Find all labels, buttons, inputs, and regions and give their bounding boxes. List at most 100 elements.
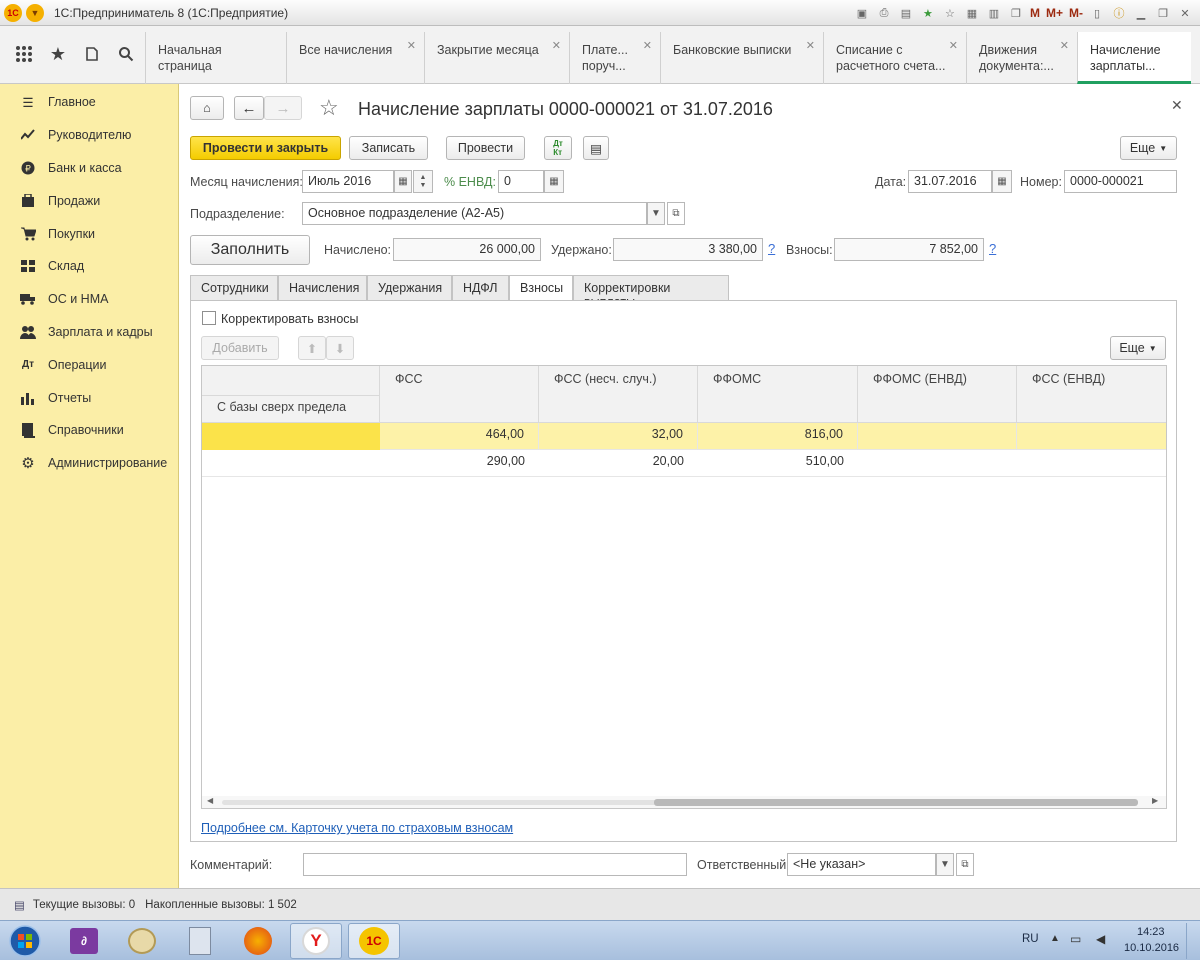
tab-document-movements[interactable]: Движения документа:... ✕ [966, 32, 1077, 84]
memory-mminus-icon[interactable]: M- [1069, 6, 1083, 20]
contributions-card-link[interactable]: Подробнее см. Карточку учета по страховы… [201, 821, 513, 835]
number-field[interactable]: 0000-000021 [1064, 170, 1177, 193]
cell-ffoms-envd[interactable] [858, 423, 1017, 450]
home-button[interactable]: ⌂ [190, 96, 224, 120]
restore-icon[interactable]: ❐ [1154, 4, 1172, 22]
responsible-dropdown-icon[interactable]: ▼ [936, 853, 954, 876]
sidebar-item-reports[interactable]: Отчеты [0, 381, 178, 414]
close-icon[interactable]: ✕ [407, 38, 416, 54]
help-icon[interactable]: ⓘ [1110, 4, 1128, 22]
column-header-fss-accident[interactable]: ФСС (несч. случ.) [539, 366, 698, 423]
envd-field[interactable]: 0 [498, 170, 544, 193]
left-header[interactable]: С базы сверх предела [202, 396, 380, 423]
sidebar-item-purchases[interactable]: Покупки [0, 217, 178, 250]
clock-date[interactable]: 10.10.2016 [1124, 942, 1179, 954]
date-field[interactable]: 31.07.2016 [908, 170, 992, 193]
tab-contributions[interactable]: Взносы [509, 275, 573, 301]
yandex-browser-icon[interactable]: Y [290, 923, 342, 959]
table-more-button[interactable]: Еще ▼ [1110, 336, 1166, 360]
close-icon[interactable]: ✕ [552, 38, 561, 54]
network-icon[interactable]: ▭ [1070, 932, 1081, 946]
close-icon[interactable]: ✕ [806, 38, 815, 54]
sidebar-item-admin[interactable]: ⚙ Администрирование [0, 447, 178, 480]
cell-ffoms-envd[interactable] [858, 450, 1017, 477]
cell-fss[interactable]: 290,00 [380, 450, 539, 477]
tab-accruals[interactable]: Начисления [278, 275, 367, 300]
cell-ffoms[interactable]: 510,00 [698, 450, 858, 477]
preview-icon[interactable]: ▤ [897, 4, 915, 22]
sidebar-item-warehouse[interactable]: Склад [0, 250, 178, 283]
dt-kt-movements-button[interactable]: Дт Кт [544, 136, 572, 160]
favorites-star-icon[interactable]: ★ [42, 38, 74, 70]
app-logo-icon[interactable]: 1С [4, 3, 22, 22]
cell-fss-envd[interactable] [1017, 423, 1166, 450]
scroll-thumb[interactable] [654, 799, 1138, 806]
calls-icon[interactable]: ▤ [14, 898, 25, 912]
cell-fss-envd[interactable] [1017, 450, 1166, 477]
save-button[interactable]: Записать [349, 136, 428, 160]
forward-button[interactable]: → [264, 96, 302, 120]
favorites-add-icon[interactable]: ★ [919, 4, 937, 22]
tab-month-close[interactable]: Закрытие месяца ✕ [424, 32, 569, 84]
tab-ndfl[interactable]: НДФЛ [452, 275, 509, 300]
add-row-button[interactable]: Добавить [201, 336, 279, 360]
column-header-fss[interactable]: ФСС [380, 366, 539, 423]
month-calendar-icon[interactable]: ▦ [394, 170, 412, 193]
calculator-icon[interactable]: ▦ [963, 4, 981, 22]
clock-time[interactable]: 14:23 [1137, 926, 1165, 938]
sidebar-item-catalogs[interactable]: Справочники [0, 414, 178, 447]
sidebar-item-payroll[interactable]: Зарплата и кадры [0, 316, 178, 349]
scroll-left-icon[interactable]: ◀ [207, 796, 213, 805]
app-menu-icon[interactable]: ▼ [26, 3, 44, 22]
column-header-fss-envd[interactable]: ФСС (ЕНВД) [1017, 366, 1166, 423]
sidebar-item-main[interactable]: ☰ Главное [0, 86, 178, 119]
cell-fss-accident[interactable]: 32,00 [539, 423, 698, 450]
calendar-icon[interactable]: ▥ [985, 4, 1003, 22]
post-button[interactable]: Провести [446, 136, 525, 160]
close-form-icon[interactable]: ✕ [1171, 97, 1183, 114]
favorites-icon[interactable]: ☆ [941, 4, 959, 22]
tray-expand-icon[interactable]: ▲ [1050, 933, 1060, 944]
show-desktop-button[interactable] [1186, 923, 1198, 959]
layout-icon[interactable]: ▯ [1088, 4, 1106, 22]
tab-home[interactable]: Начальная страница [145, 32, 286, 84]
close-icon[interactable]: ✕ [643, 38, 652, 54]
cell-fss[interactable]: 464,00 [380, 423, 539, 450]
print-icon[interactable]: ⎙ [875, 4, 893, 22]
onec-app-icon[interactable]: 1С [348, 923, 400, 959]
tab-all-accruals[interactable]: Все начисления ✕ [286, 32, 424, 84]
fill-button[interactable]: Заполнить [190, 235, 310, 265]
print-document-button[interactable]: ▤ [583, 136, 609, 160]
close-icon[interactable]: ✕ [949, 38, 958, 54]
department-field[interactable]: Основное подразделение (А2-А5) [302, 202, 647, 225]
tab-bank-statements[interactable]: Банковские выписки ✕ [660, 32, 823, 84]
sidebar-item-operations[interactable]: Дт Операции [0, 348, 178, 381]
open-department-icon[interactable]: ⧉ [667, 202, 685, 225]
search-icon[interactable] [110, 38, 142, 70]
tab-account-writeoff[interactable]: Списание с расчетного счета... ✕ [823, 32, 966, 84]
date-calendar-icon[interactable]: ▦ [992, 170, 1012, 193]
minimize-icon[interactable]: ▁ [1132, 4, 1150, 22]
back-button[interactable]: ← [234, 96, 264, 120]
sidebar-item-fixed-assets[interactable]: ОС и НМА [0, 283, 178, 316]
more-actions-button[interactable]: Еще ▼ [1120, 136, 1177, 160]
move-up-button[interactable]: ⬆ [298, 336, 326, 360]
cell-ffoms[interactable]: 816,00 [698, 423, 858, 450]
correct-contributions-checkbox[interactable] [202, 311, 216, 325]
close-icon[interactable]: ✕ [1060, 38, 1069, 54]
close-window-icon[interactable]: ✕ [1176, 4, 1194, 22]
row-selected-cell[interactable] [202, 423, 380, 450]
tab-payment-corrections[interactable]: Корректировки выплаты [573, 275, 729, 309]
month-stepper[interactable]: ▲ ▼ [413, 170, 433, 193]
comment-field[interactable] [303, 853, 687, 876]
month-field[interactable]: Июль 2016 [302, 170, 394, 193]
cell-fss-accident[interactable]: 20,00 [539, 450, 698, 477]
responsible-field[interactable]: <Не указан> [787, 853, 936, 876]
move-down-button[interactable]: ⬇ [326, 336, 354, 360]
post-and-close-button[interactable]: Провести и закрыть [190, 136, 341, 160]
column-header-ffoms-envd[interactable]: ФФОМС (ЕНВД) [858, 366, 1017, 423]
memory-mplus-icon[interactable]: M+ [1046, 6, 1063, 20]
sidebar-item-bank[interactable]: ₽ Банк и касса [0, 152, 178, 185]
open-responsible-icon[interactable]: ⧉ [956, 853, 974, 876]
memory-m-icon[interactable]: M [1030, 6, 1040, 20]
